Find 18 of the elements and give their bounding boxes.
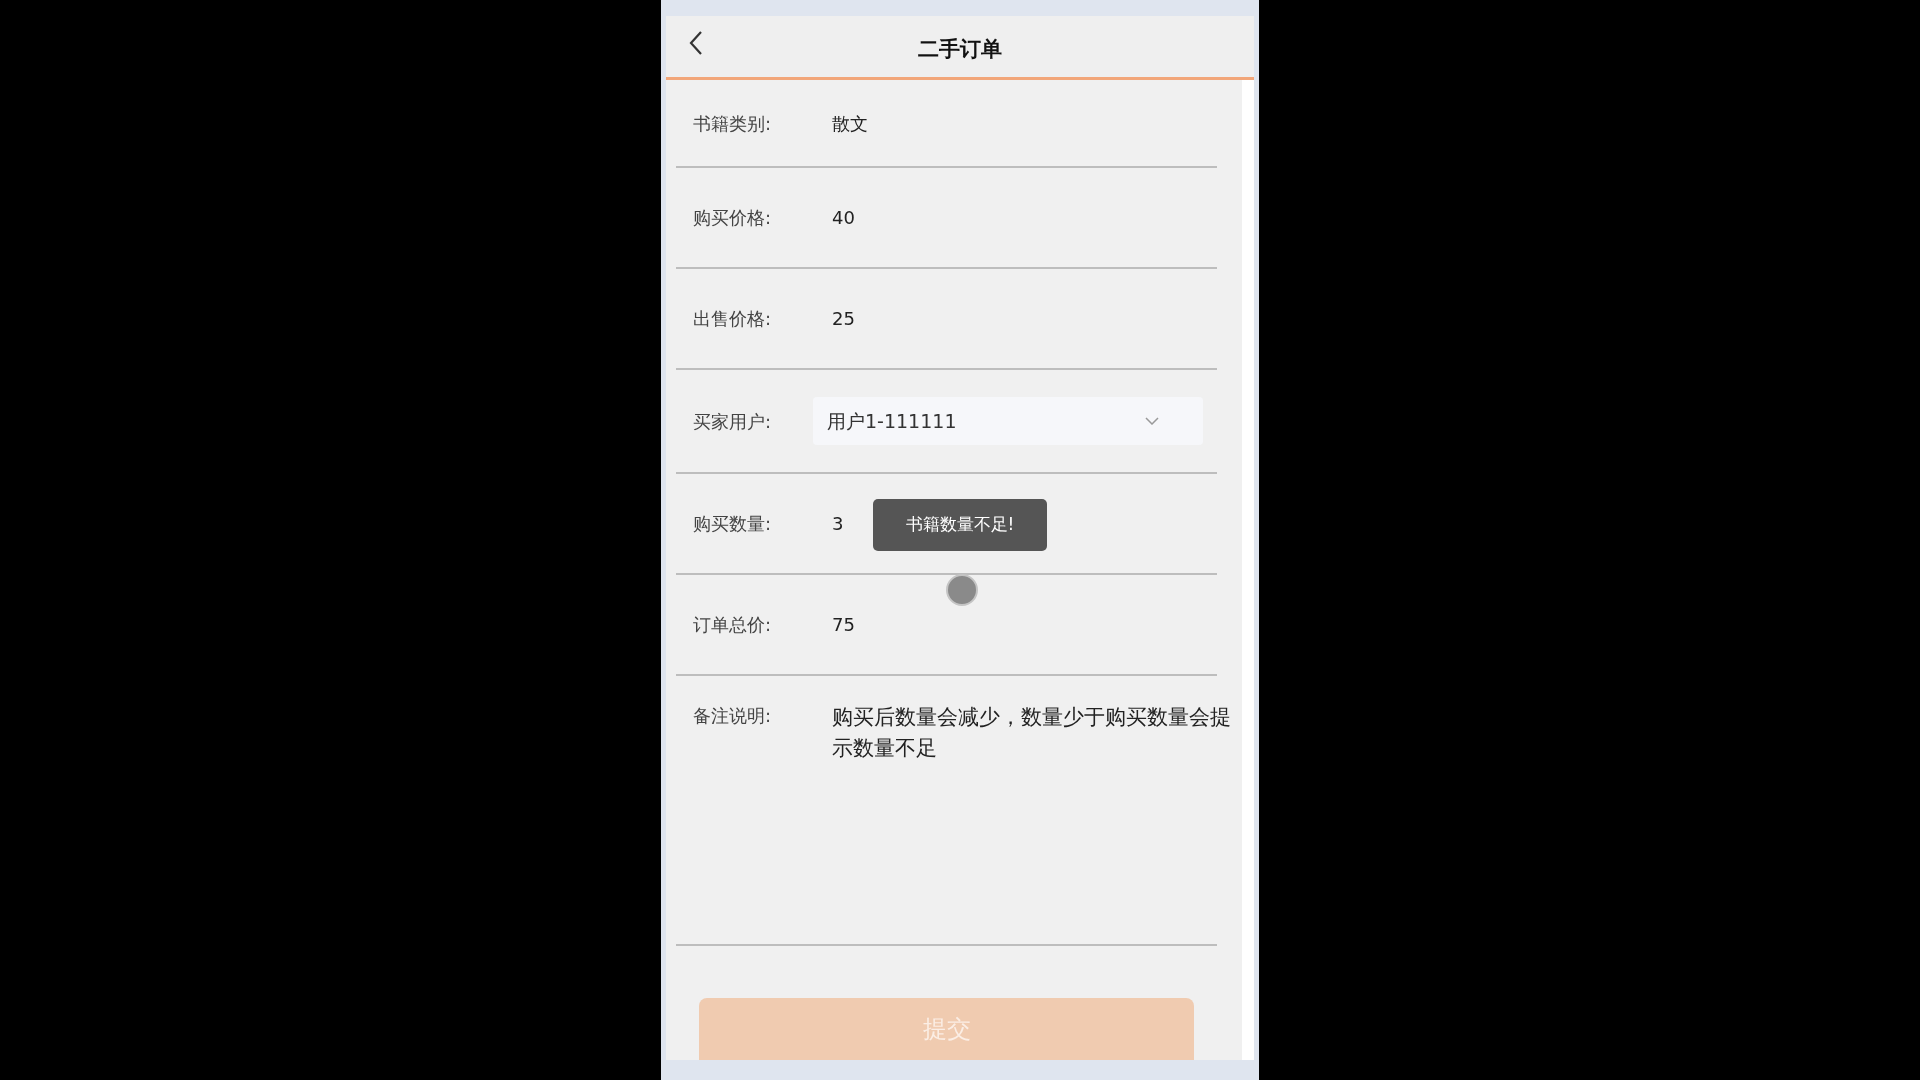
field-label: 购买价格: — [692, 206, 773, 230]
buyer-select[interactable]: 用户1-111111 — [813, 397, 1203, 445]
remark-text: 购买后数量会减少，数量少于购买数量会提示数量不足 — [832, 704, 1232, 762]
field-value: 75 — [832, 613, 855, 637]
field-label: 备注说明: — [692, 704, 773, 728]
field-value: 散文 — [832, 111, 868, 136]
field-value: 3 — [832, 512, 844, 536]
field-label: 买家用户: — [692, 409, 773, 434]
toast-message: 书籍数量不足! — [873, 499, 1047, 551]
field-label: 购买数量: — [692, 512, 773, 536]
chevron-down-icon — [1145, 417, 1159, 425]
back-icon[interactable] — [688, 30, 704, 56]
field-label: 出售价格: — [692, 307, 773, 331]
page-title: 二手订单 — [918, 35, 1002, 63]
field-value: 40 — [832, 206, 855, 230]
field-label: 订单总价: — [692, 613, 773, 637]
field-value: 25 — [832, 307, 855, 331]
field-label: 书籍类别: — [692, 111, 773, 136]
